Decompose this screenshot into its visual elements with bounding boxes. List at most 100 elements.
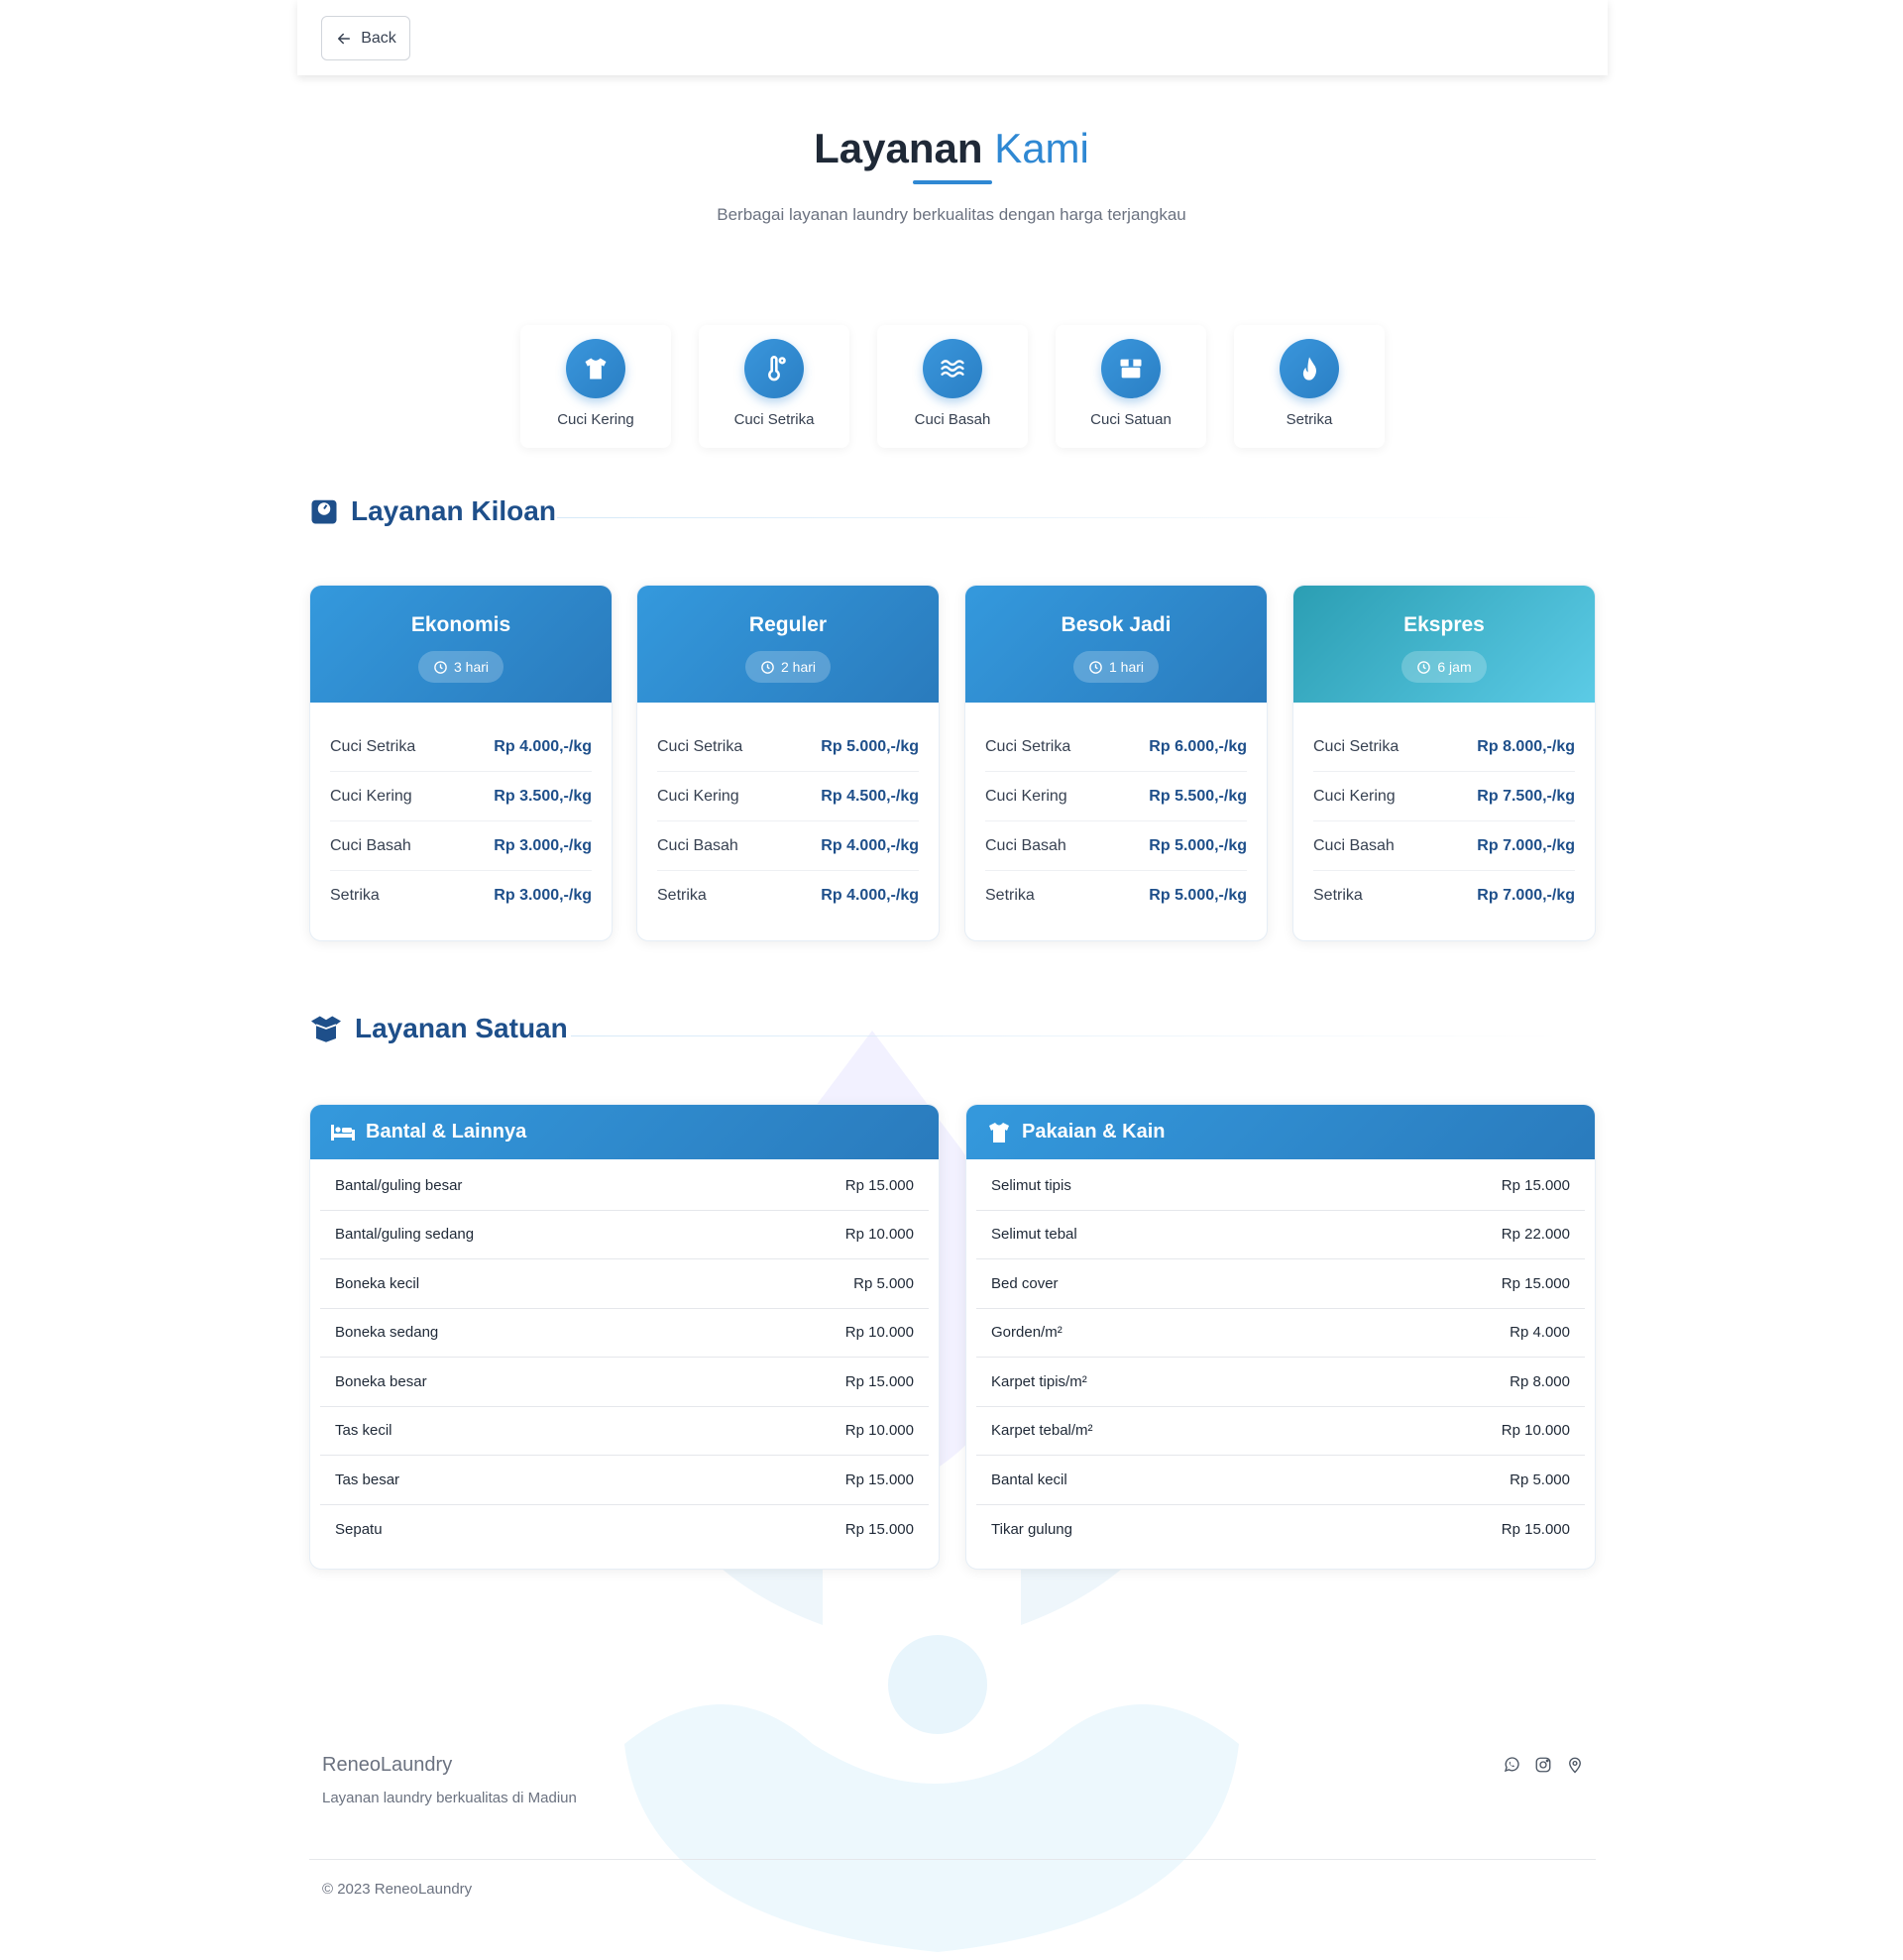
service-label: Cuci Basah [1313,836,1395,854]
service-price: Rp 4.000,-/kg [821,836,919,854]
price-row: Cuci Basah Rp 3.000,-/kg [330,821,592,871]
quick-service-cuci-kering[interactable]: Cuci Kering [520,325,671,448]
service-label: Cuci Setrika [330,737,416,755]
item-label: Sepatu [335,1520,383,1538]
package-card-ekspres: Ekspres 6 jam Cuci Setrika Rp 8.000,-/kg … [1292,585,1596,941]
quick-service-cuci-basah[interactable]: Cuci Basah [877,325,1028,448]
item-price: Rp 5.000 [1510,1470,1570,1488]
item-label: Selimut tebal [991,1226,1077,1244]
package-name: Ekonomis [410,613,511,636]
table-row: Bed cover Rp 15.000 [976,1259,1585,1309]
item-label: Karpet tipis/m² [991,1372,1087,1390]
price-row: Setrika Rp 4.000,-/kg [657,871,919,921]
back-button-label: Back [361,29,396,47]
item-label: Tas kecil [335,1422,392,1440]
service-label: Setrika [985,887,1035,904]
table-row: Karpet tipis/m² Rp 8.000 [976,1358,1585,1407]
table-row: Boneka sedang Rp 10.000 [320,1309,929,1358]
item-label: Bantal/guling besar [335,1176,463,1194]
whatsapp-icon[interactable] [1503,1756,1520,1774]
clock-icon [1089,660,1102,674]
quick-service-label: Setrika [1286,411,1333,428]
item-label: Tas besar [335,1470,400,1488]
item-label: Boneka sedang [335,1324,439,1342]
price-row: Cuci Kering Rp 5.500,-/kg [985,772,1247,821]
item-label: Gorden/m² [991,1324,1063,1342]
item-label: Karpet tebal/m² [991,1422,1093,1440]
quick-service-label: Cuci Basah [914,411,991,428]
instagram-icon[interactable] [1534,1756,1552,1774]
table-row: Selimut tipis Rp 15.000 [976,1161,1585,1211]
service-price: Rp 3.000,-/kg [494,836,592,854]
duration-badge: 3 hari [417,651,504,683]
quick-service-setrika[interactable]: Setrika [1234,325,1385,448]
service-price: Rp 5.500,-/kg [1149,787,1247,805]
service-price: Rp 3.500,-/kg [494,787,592,805]
clock-icon [1417,660,1431,674]
item-price: Rp 8.000 [1510,1372,1570,1390]
item-price: Rp 5.000 [853,1274,914,1292]
service-label: Cuci Setrika [1313,737,1399,755]
service-label: Cuci Kering [330,787,412,805]
table-row: Bantal/guling besar Rp 15.000 [320,1161,929,1211]
item-price: Rp 10.000 [844,1324,914,1342]
page-subtitle: Berbagai layanan laundry berkualitas den… [717,205,1186,224]
price-row: Setrika Rp 7.000,-/kg [1313,871,1575,921]
item-price: Rp 10.000 [1501,1422,1570,1440]
clock-icon [434,660,447,674]
table-row: Bantal kecil Rp 5.000 [976,1456,1585,1505]
table-title: Pakaian & Kain [1022,1121,1166,1143]
satuan-table-pakaian: Pakaian & Kain Selimut tipis Rp 15.000 Se… [965,1104,1596,1570]
price-row: Cuci Setrika Rp 8.000,-/kg [1313,722,1575,772]
item-label: Tikar gulung [991,1520,1072,1538]
service-price: Rp 6.000,-/kg [1149,737,1247,755]
section-divider [571,1035,1562,1036]
section-title: Layanan Kiloan [351,495,556,526]
title-underline [913,180,992,184]
table-row: Boneka kecil Rp 5.000 [320,1259,929,1309]
quick-service-label: Cuci Satuan [1090,411,1172,428]
bed-icon [331,1124,355,1141]
table-title: Bantal & Lainnya [366,1121,527,1143]
item-label: Bantal kecil [991,1470,1067,1488]
service-price: Rp 7.000,-/kg [1477,887,1575,904]
item-price: Rp 15.000 [844,1470,914,1488]
location-pin-icon[interactable] [1566,1756,1584,1774]
item-price: Rp 15.000 [844,1372,914,1390]
duration-label: 3 hari [453,659,490,675]
service-price: Rp 5.000,-/kg [1149,887,1247,904]
tshirt-icon [585,358,607,380]
service-label: Cuci Kering [657,787,739,805]
service-label: Cuci Setrika [985,737,1071,755]
fire-icon [1302,357,1316,381]
item-label: Bed cover [991,1274,1059,1292]
table-row: Selimut tebal Rp 22.000 [976,1211,1585,1259]
package-card-besok-jadi: Besok Jadi 1 hari Cuci Setrika Rp 6.000,-… [964,585,1268,941]
arrow-left-icon [338,33,351,44]
service-price: Rp 7.500,-/kg [1477,787,1575,805]
section-divider [557,517,1548,518]
duration-label: 1 hari [1108,659,1145,675]
service-price: Rp 5.000,-/kg [1149,836,1247,854]
duration-label: 6 jam [1437,659,1472,675]
service-label: Cuci Basah [330,836,411,854]
service-price: Rp 4.000,-/kg [821,887,919,904]
item-price: Rp 10.000 [844,1226,914,1244]
service-label: Setrika [657,887,707,904]
quick-service-label: Cuci Setrika [733,411,815,428]
price-row: Cuci Setrika Rp 6.000,-/kg [985,722,1247,772]
page-title-light: Kami [994,125,1089,171]
weight-scale-icon [311,499,337,524]
top-bar: Back [297,0,1608,75]
quick-service-cuci-setrika[interactable]: Cuci Setrika [699,325,849,448]
back-button[interactable]: Back [321,16,410,60]
quick-service-cuci-satuan[interactable]: Cuci Satuan [1056,325,1206,448]
table-row: Tas besar Rp 15.000 [320,1456,929,1505]
item-price: Rp 22.000 [1501,1226,1570,1244]
table-row: Bantal/guling sedang Rp 10.000 [320,1211,929,1259]
service-price: Rp 8.000,-/kg [1477,737,1575,755]
package-name: Ekspres [1403,613,1485,636]
table-row: Sepatu Rp 15.000 [320,1505,929,1555]
price-row: Cuci Kering Rp 3.500,-/kg [330,772,592,821]
duration-badge: 6 jam [1401,651,1487,683]
